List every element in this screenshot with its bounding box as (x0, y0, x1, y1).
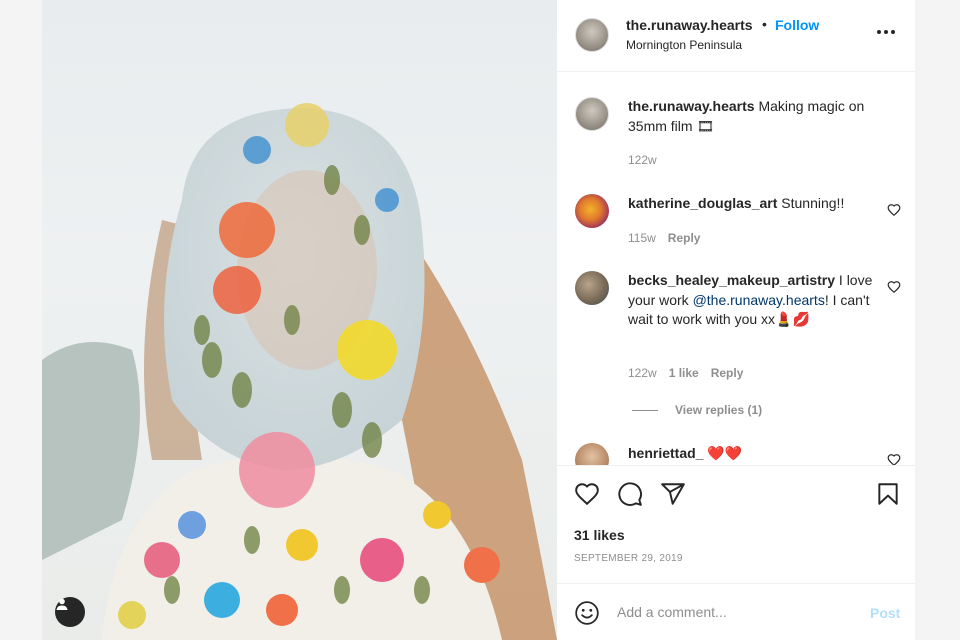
comment-mention[interactable]: @the.runaway.hearts (693, 292, 825, 308)
comments-list[interactable]: the.runaway.hearts Making magic on 35mm … (557, 73, 915, 465)
comment-like-icon[interactable] (887, 203, 901, 217)
author-username[interactable]: the.runaway.hearts (626, 17, 753, 33)
more-icon[interactable] (875, 22, 897, 42)
heart-icon[interactable] (574, 481, 600, 507)
comment-icon[interactable] (617, 481, 643, 507)
caption-text: the.runaway.hearts Making magic on 35mm … (628, 97, 893, 136)
comment-meta: 115w Reply (628, 231, 712, 245)
bookmark-icon[interactable] (875, 481, 901, 507)
post-button[interactable]: Post (870, 605, 900, 621)
reply-button[interactable]: Reply (711, 366, 744, 380)
comment-time[interactable]: 115w (628, 231, 656, 245)
caption-meta: 122w (628, 153, 669, 167)
comment-like-icon[interactable] (887, 453, 901, 465)
comment-like-count[interactable]: 1 like (669, 366, 699, 380)
caption-avatar[interactable] (575, 97, 609, 131)
share-icon[interactable] (660, 481, 686, 507)
comment-composer: Post (557, 583, 915, 640)
post-details-panel: the.runaway.hearts • Follow Mornington P… (557, 0, 915, 640)
comment-text: katherine_douglas_art Stunning!! (628, 194, 873, 214)
caption-username[interactable]: the.runaway.hearts (628, 98, 755, 114)
comment-avatar[interactable] (575, 194, 609, 228)
comment-username[interactable]: katherine_douglas_art (628, 195, 777, 211)
comment-username[interactable]: becks_healey_makeup_artistry (628, 272, 835, 288)
comment-body: Stunning!! (777, 195, 845, 211)
comment-meta: 122w 1 like Reply (628, 366, 755, 380)
comment-username[interactable]: henriettad_ (628, 445, 703, 461)
caption-time[interactable]: 122w (628, 153, 657, 167)
comment-body: ❤️❤️ (703, 445, 743, 461)
comment-avatar[interactable] (575, 443, 609, 465)
post-location[interactable]: Mornington Peninsula (626, 38, 742, 52)
emoji-icon[interactable] (574, 600, 600, 626)
comment-text: becks_healey_makeup_artistry I love your… (628, 271, 878, 330)
like-count[interactable]: 31 likes (574, 527, 625, 543)
comment-input[interactable] (617, 598, 847, 626)
post-date[interactable]: SEPTEMBER 29, 2019 (574, 553, 683, 564)
comment-avatar[interactable] (575, 271, 609, 305)
comment-text: henriettad_ ❤️❤️ (628, 444, 873, 464)
replies-divider (632, 410, 658, 411)
photo-artwork (42, 103, 557, 640)
user-tag-button[interactable] (55, 597, 85, 627)
post-photo[interactable] (42, 0, 557, 640)
comment-time[interactable]: 122w (628, 366, 657, 380)
view-replies-button[interactable]: View replies (1) (675, 403, 762, 417)
header-separator: • (762, 16, 767, 32)
author-avatar[interactable] (575, 18, 609, 52)
reply-button[interactable]: Reply (668, 231, 701, 245)
user-tag-icon (56, 598, 68, 610)
post-header: the.runaway.hearts • Follow Mornington P… (557, 0, 915, 72)
follow-button[interactable]: Follow (775, 17, 819, 33)
comment-like-icon[interactable] (887, 280, 901, 294)
post-actions: 31 likes SEPTEMBER 29, 2019 (557, 465, 915, 583)
